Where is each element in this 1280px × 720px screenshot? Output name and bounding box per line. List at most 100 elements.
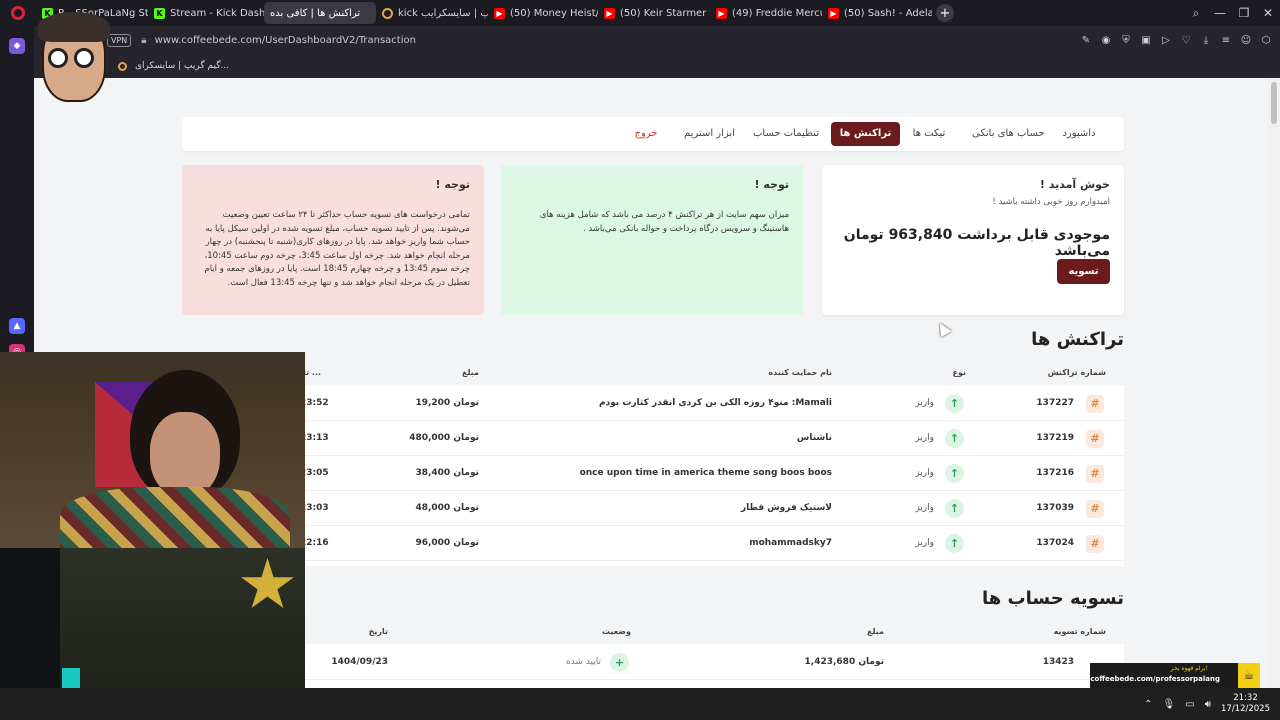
coffee-cup-icon: ☕︎	[1238, 663, 1260, 688]
tab-label: (50) Sash! - Adelante (Offi	[844, 7, 932, 19]
browser-tab[interactable]: ▶ (50) Keir Starmer tells Rom	[598, 2, 710, 24]
settlements-title: تسویه حساب ها	[982, 588, 1124, 609]
notice-title: توجه !	[754, 178, 789, 191]
transaction-type: واریز	[915, 503, 934, 513]
supporter-name: mohammadsky7	[749, 538, 832, 548]
lock-icon[interactable]: 🔒︎	[141, 35, 146, 46]
volume-icon[interactable]: 🔊︎	[1205, 699, 1211, 710]
tab-label: تراکنش ها | کافی بده	[270, 7, 361, 19]
nav-item-transactions[interactable]: تراکنش ها	[831, 122, 900, 146]
nav-item-bank-accounts[interactable]: حساب های بانکی	[972, 122, 1045, 146]
heart-icon[interactable]: ♡	[1180, 34, 1192, 46]
page-scrollbar[interactable]	[1268, 78, 1280, 688]
system-clock[interactable]: 21:32 17/12/2025	[1221, 693, 1270, 715]
nav-item-tickets[interactable]: تیکت ها	[906, 122, 952, 146]
window-controls: ⌕ — ❐ ✕	[1184, 0, 1280, 26]
nav-item-dashboard[interactable]: داشبورد	[1056, 122, 1102, 146]
streamer-avatar	[36, 12, 110, 110]
bookmarks-bar: گیم گریپ | سایسکرای...	[0, 54, 1280, 78]
box-icon[interactable]: ▣	[1140, 34, 1152, 46]
display-icon[interactable]: ▭	[1185, 699, 1194, 710]
nav-item-stream-tools[interactable]: ابزار استریم	[684, 122, 735, 146]
close-icon[interactable]: ✕	[1256, 6, 1280, 20]
microphone-icon[interactable]: 🎙︎	[1163, 699, 1176, 710]
supporter-name: Mamali: منو۴ روزه الکی بن کردی انقدر کثا…	[598, 398, 832, 408]
hash-icon: #	[1086, 465, 1104, 483]
header-amount: مبلغ	[462, 368, 479, 377]
balance-text: موجودی قابل برداشت 963,840 تومان می‌باشد	[843, 227, 1110, 259]
browser-tab[interactable]: ▶ (49) Freddie Mercury & M	[710, 2, 822, 24]
notice-body: تمامی درخواست های تسویه حساب حداکثر تا ۲…	[204, 210, 470, 288]
bookmark-item[interactable]: گیم گریپ | سایسکرای...	[118, 61, 229, 71]
notice-body: میزان سهم سایت از هر تراکنش ۴ درصد می با…	[539, 210, 789, 234]
browser-tab[interactable]: ▶ (50) Sash! - Adelante (Offi	[822, 2, 932, 24]
browser-tab-active[interactable]: تراکنش ها | کافی بده	[34, 2, 376, 89]
star-decoration	[241, 558, 294, 609]
shield-icon[interactable]: ⛨	[1120, 34, 1132, 46]
arrow-up-icon: ↑	[945, 534, 964, 553]
transaction-id: 137219	[1036, 433, 1074, 443]
settlements-table: شماره تسویه مبلغ وضعیت تاریخ 13423 1,423…	[296, 620, 1124, 688]
browser-logo-icon[interactable]	[0, 0, 36, 26]
promo-line1: برام قهوه بخر!	[1170, 665, 1208, 672]
url-field[interactable]: www.coffeebede.com/UserDashboardV2/Trans…	[155, 35, 416, 46]
welcome-title: خوش آمدید !	[1039, 178, 1110, 191]
nav-item-account-settings[interactable]: تنظیمات حساب	[752, 122, 820, 146]
dashboard-navbar: داشبورد حساب های بانکی تیکت ها تراکنش ها…	[182, 117, 1124, 151]
os-taskbar: ⌃ 🎙︎ ▭ 🔊︎ 21:32 17/12/2025	[0, 688, 1280, 720]
profile-icon[interactable]: ☺	[1240, 34, 1252, 46]
transaction-amount: 480,000 تومان	[409, 433, 479, 443]
welcome-card: خوش آمدید ! امیدوارم روز خوبی داشته باشی…	[822, 165, 1124, 315]
webcam-overlay	[0, 352, 305, 548]
header-amount: مبلغ	[867, 627, 884, 636]
maximize-icon[interactable]: ❐	[1232, 6, 1256, 20]
hash-icon: #	[1086, 500, 1104, 518]
edit-icon[interactable]: ✎	[1080, 34, 1092, 46]
camera-icon[interactable]: ◉	[1100, 34, 1112, 46]
nav-item-logout[interactable]: خروج	[632, 122, 660, 146]
promo-line2: coffeebede.com/professorpalang	[1090, 675, 1220, 683]
url-path: /UserDashboardV2/Transaction	[261, 34, 416, 46]
sidebar-app-icon[interactable]: ▲	[9, 318, 25, 334]
arrow-up-icon: ↑	[945, 394, 964, 413]
settle-button[interactable]: تسویه	[1057, 259, 1110, 284]
address-bar: VPN 🔒︎ www.coffeebede.com/UserDashboardV…	[0, 26, 1280, 54]
menu-icon[interactable]: ≡	[1220, 34, 1232, 46]
system-tray: ⌃ 🎙︎ ▭ 🔊︎ 21:32 17/12/2025	[1144, 688, 1280, 720]
new-tab-button[interactable]: +	[936, 4, 954, 22]
minimize-icon[interactable]: —	[1208, 6, 1232, 20]
bookmark-label: گیم گریپ | سایسکرای...	[135, 61, 230, 71]
settlement-status: تایید شده	[565, 657, 601, 667]
scrollbar-thumb[interactable]	[1271, 82, 1277, 124]
vpn-badge[interactable]: VPN	[107, 33, 132, 47]
clock-time: 21:32	[1233, 693, 1258, 703]
search-tabs-icon[interactable]: ⌕	[1184, 6, 1208, 21]
transaction-type: واریز	[915, 538, 934, 548]
kick-icon: K	[154, 7, 165, 19]
led-light	[62, 668, 80, 688]
browser-tab[interactable]: K Stream - Kick Dashboard	[148, 2, 264, 24]
play-icon[interactable]: ▷	[1160, 34, 1172, 46]
header-id: شماره تراکنش	[1047, 368, 1106, 377]
download-icon[interactable]: ⤓	[1200, 34, 1212, 46]
transaction-type: واریز	[915, 433, 934, 443]
hash-icon: #	[1086, 430, 1104, 448]
chevron-up-icon[interactable]: ⌃	[1144, 699, 1152, 710]
extension-icon[interactable]: ⬡	[1260, 34, 1272, 46]
transaction-type: واریز	[915, 468, 934, 478]
settlement-notice-card: توجه ! تمامی درخواست های تسویه حساب حداک…	[182, 165, 484, 315]
header-supporter: نام حمایت کننده	[768, 368, 832, 377]
transaction-id: 137216	[1036, 468, 1074, 478]
browser-tab-bar: KP... SSorPaLaNg Stream KStream - Kick D…	[0, 0, 1280, 89]
room-cam-overlay	[0, 548, 305, 688]
browser-tab[interactable]: kick گیم گریپ | سایسکرایب	[376, 2, 488, 24]
tab-label: (50) Keir Starmer tells Rom	[620, 7, 710, 19]
tab-label: Stream - Kick Dashboard	[170, 7, 264, 19]
sidebar-app-icon[interactable]: ◆	[9, 38, 25, 54]
header-settlement-id: شماره تسویه	[1053, 627, 1106, 636]
transaction-amount: 38,400 تومان	[415, 468, 479, 478]
table-row: #137219 ↑ واریز ناشناس 480,000 تومان 23:13	[296, 421, 1124, 456]
clock-date: 17/12/2025	[1221, 704, 1270, 714]
browser-tab[interactable]: ▶ (50) Money Heist/La Casa	[488, 2, 598, 24]
youtube-icon: ▶	[828, 7, 839, 19]
